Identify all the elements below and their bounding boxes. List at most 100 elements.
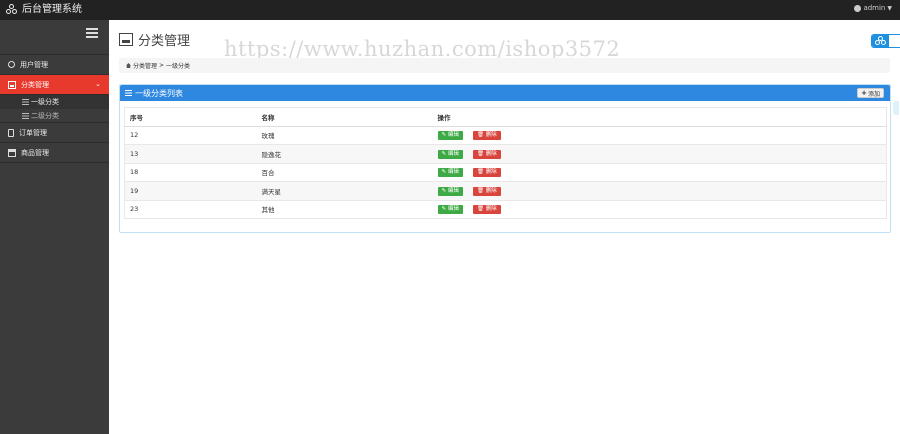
- cell-actions: ✎ 编辑 🗑 删除: [432, 163, 887, 182]
- cell-id: 19: [124, 181, 257, 201]
- list-icon: [22, 99, 29, 105]
- picture-icon: [8, 80, 16, 89]
- menu-toggle-icon[interactable]: [86, 28, 98, 38]
- sidebar-item-label: 用户管理: [20, 60, 48, 69]
- cell-id: 13: [124, 144, 257, 164]
- trash-icon: 🗑: [476, 206, 484, 213]
- chevron-down-icon: ⌄: [95, 80, 101, 88]
- list-icon: [125, 90, 132, 96]
- brand-title: 后台管理系统: [22, 4, 82, 15]
- sidebar-item-categories[interactable]: 分类管理 ⌄: [0, 75, 109, 95]
- sidebar-subitem-label: 二级分类: [31, 111, 59, 120]
- trash-icon: 🗑: [476, 132, 484, 139]
- cell-actions: ✎ 编辑 🗑 删除: [432, 144, 887, 164]
- table-row: 12 玫瑰 ✎ 编辑 🗑 删除: [124, 126, 887, 145]
- edit-button[interactable]: ✎ 编辑: [437, 131, 463, 141]
- cell-name: 玫瑰: [256, 126, 433, 145]
- breadcrumb-separator: >: [159, 62, 165, 69]
- user-icon: [8, 61, 15, 68]
- edit-icon: ✎: [441, 169, 447, 176]
- page-title: 分类管理: [138, 34, 191, 49]
- sidebar-item-users[interactable]: 用户管理: [0, 55, 109, 75]
- cubes-icon: [872, 35, 889, 47]
- add-button[interactable]: + 添加: [857, 88, 884, 98]
- sidebar: 用户管理 分类管理 ⌄ 一级分类 二级分类 订单管理 商品管理: [0, 20, 109, 434]
- trash-icon: 🗑: [476, 169, 484, 176]
- list-icon: [22, 112, 29, 119]
- table-row: 18 百合 ✎ 编辑 🗑 删除: [124, 163, 887, 182]
- panel-title: 一级分类列表: [135, 88, 183, 98]
- panel-header: 一级分类列表 + 添加: [120, 85, 890, 101]
- edit-label: 编辑: [447, 206, 459, 213]
- table-header-row: 序号 名称 操作: [124, 107, 887, 127]
- cell-name: 满天星: [256, 181, 433, 201]
- page-header: 分类管理: [119, 30, 190, 49]
- cell-id: 18: [124, 163, 257, 182]
- sidebar-subitem-label: 一级分类: [31, 98, 59, 106]
- sidebar-item-orders[interactable]: 订单管理: [0, 123, 109, 143]
- delete-button[interactable]: 🗑 删除: [472, 149, 501, 159]
- delete-label: 删除: [485, 150, 497, 157]
- shop-icon: [8, 148, 16, 157]
- edit-button[interactable]: ✎ 编辑: [437, 186, 463, 196]
- main-content: 分类管理 https://www.huzhan.com/ishop3572 分类…: [109, 20, 900, 434]
- edit-label: 编辑: [447, 187, 459, 194]
- delete-button[interactable]: 🗑 删除: [472, 168, 501, 178]
- category-panel: 一级分类列表 + 添加 序号 名称 操作 12 玫瑰 ✎ 编辑 🗑 删除 13 …: [119, 84, 899, 233]
- edit-button[interactable]: ✎ 编辑: [437, 168, 463, 178]
- add-button-label: 添加: [867, 90, 880, 98]
- user-name: admin: [863, 4, 886, 12]
- user-menu[interactable]: admin ▼: [854, 4, 892, 12]
- plus-icon: +: [861, 88, 867, 97]
- sidebar-item-products[interactable]: 商品管理: [0, 143, 109, 163]
- edit-icon: ✎: [441, 150, 447, 157]
- sidebar-subitem-level2[interactable]: 二级分类: [0, 109, 109, 123]
- top-navbar: 后台管理系统 admin ▼: [0, 0, 900, 20]
- document-icon: [8, 128, 14, 137]
- column-header: 序号: [124, 107, 257, 127]
- delete-button[interactable]: 🗑 删除: [472, 131, 501, 141]
- sidebar-item-label: 商品管理: [21, 148, 49, 157]
- edit-label: 编辑: [447, 169, 459, 176]
- cell-id: 12: [124, 126, 257, 145]
- trash-icon: 🗑: [476, 150, 484, 157]
- cell-name: 其他: [256, 200, 433, 219]
- edit-label: 编辑: [447, 150, 459, 157]
- delete-label: 删除: [485, 132, 497, 139]
- edit-button[interactable]: ✎ 编辑: [437, 205, 463, 215]
- delete-label: 删除: [485, 206, 497, 213]
- delete-button[interactable]: 🗑 删除: [472, 205, 501, 215]
- home-icon: [126, 63, 131, 68]
- edit-button[interactable]: ✎ 编辑: [437, 149, 463, 159]
- cell-actions: ✎ 编辑 🗑 删除: [432, 200, 887, 219]
- sidebar-top: [0, 20, 109, 55]
- trash-icon: 🗑: [476, 187, 484, 194]
- category-table: 序号 名称 操作 12 玫瑰 ✎ 编辑 🗑 删除 13 隐逸花 ✎ 编辑 🗑 删…: [124, 107, 887, 219]
- caret-down-icon: ▼: [887, 4, 892, 12]
- sidebar-item-label: 订单管理: [19, 128, 47, 137]
- edit-icon: ✎: [441, 206, 447, 213]
- table-row: 19 满天星 ✎ 编辑 🗑 删除: [124, 181, 887, 201]
- cell-name: 百合: [256, 163, 433, 182]
- breadcrumb-current: 一级分类: [166, 63, 191, 70]
- column-header: 名称: [256, 107, 433, 127]
- cell-actions: ✎ 编辑 🗑 删除: [432, 126, 887, 145]
- cell-id: 23: [124, 200, 257, 219]
- breadcrumb-root[interactable]: 分类管理: [133, 61, 157, 70]
- delete-label: 删除: [485, 187, 497, 194]
- breadcrumb: 分类管理 > 一级分类: [119, 58, 890, 73]
- column-header: 操作: [432, 107, 887, 127]
- brand[interactable]: 后台管理系统: [6, 3, 82, 17]
- table-row: 23 其他 ✎ 编辑 🗑 删除: [124, 200, 887, 219]
- cell-actions: ✎ 编辑 🗑 删除: [432, 181, 887, 201]
- sidebar-item-label: 分类管理: [21, 80, 49, 89]
- user-icon: [854, 4, 862, 12]
- sidebar-subitem-level1[interactable]: 一级分类: [0, 95, 109, 109]
- scroll-handle[interactable]: [893, 101, 899, 115]
- delete-button[interactable]: 🗑 删除: [472, 186, 501, 196]
- cell-name: 隐逸花: [256, 144, 433, 164]
- table-row: 13 隐逸花 ✎ 编辑 🗑 删除: [124, 144, 887, 164]
- edit-icon: ✎: [441, 132, 447, 139]
- side-widget[interactable]: [871, 34, 900, 48]
- cubes-icon: [6, 4, 18, 16]
